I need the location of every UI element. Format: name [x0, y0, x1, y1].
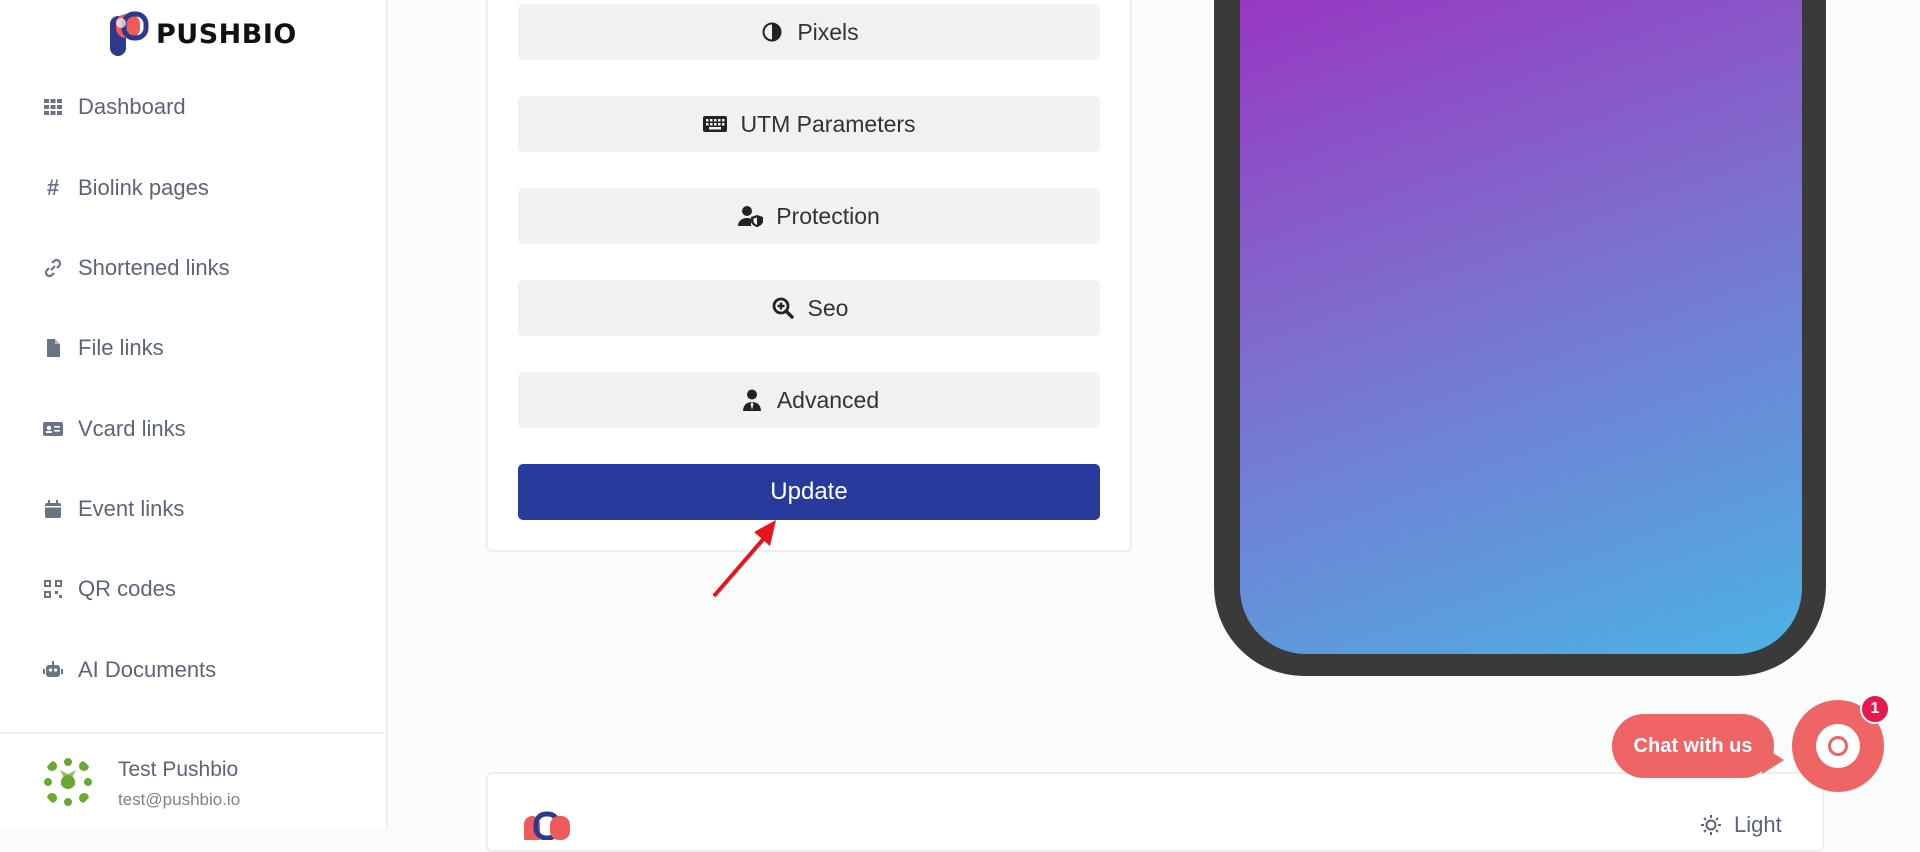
user-tie-icon — [739, 389, 765, 411]
footer-logo-icon — [524, 811, 570, 840]
chat-with-us-button[interactable]: Chat with us — [1612, 714, 1774, 778]
theme-toggle[interactable]: Light — [1700, 812, 1782, 838]
link-icon — [42, 257, 64, 279]
sidebar-item-shortened-links[interactable]: Shortened links — [42, 246, 230, 290]
sidebar-item-label: Dashboard — [78, 94, 186, 119]
sidebar-item-label: File links — [78, 335, 164, 360]
user-email: test@pushbio.io — [118, 790, 241, 809]
hashtag-icon: # — [46, 175, 60, 200]
sidebar-item-dashboard[interactable]: Dashboard — [42, 85, 186, 129]
advanced-button[interactable]: Advanced — [518, 372, 1100, 428]
sidebar: PUSHBIO Dashboard # Biolink pages Shorte… — [0, 0, 388, 828]
brand-logo[interactable]: PUSHBIO — [106, 8, 297, 60]
sidebar-item-biolink-pages[interactable]: # Biolink pages — [42, 166, 209, 210]
sidebar-item-label: Shortened links — [78, 255, 230, 280]
qrcode-icon — [42, 578, 64, 600]
sidebar-item-file-links[interactable]: File links — [42, 326, 164, 370]
user-shield-icon — [738, 205, 764, 227]
avatar — [42, 756, 94, 808]
brand-name: PUSHBIO — [156, 18, 297, 50]
grid-icon — [42, 96, 64, 118]
sidebar-item-vcard-links[interactable]: Vcard links — [42, 407, 186, 451]
phone-preview-screen — [1240, 0, 1802, 654]
sidebar-item-ai-documents[interactable]: AI Documents — [42, 648, 216, 692]
update-button[interactable]: Update — [518, 464, 1100, 520]
seo-button[interactable]: Seo — [518, 280, 1100, 336]
file-icon — [42, 337, 64, 359]
calendar-icon — [42, 498, 64, 520]
chat-icon — [1816, 724, 1860, 768]
sidebar-item-label: QR codes — [78, 576, 176, 601]
sidebar-item-qr-codes[interactable]: QR codes — [42, 567, 176, 611]
protection-label: Protection — [776, 202, 880, 229]
utm-parameters-button[interactable]: UTM Parameters — [518, 96, 1100, 152]
chat-notification-badge: 1 — [1860, 694, 1890, 724]
protection-button[interactable]: Protection — [518, 188, 1100, 244]
chat-pill-tail — [1762, 746, 1784, 774]
user-menu[interactable]: Test Pushbio test@pushbio.io — [0, 732, 386, 828]
adjust-icon — [759, 21, 785, 43]
keyboard-icon — [702, 113, 728, 135]
sidebar-item-event-links[interactable]: Event links — [42, 487, 184, 531]
pixels-button[interactable]: Pixels — [518, 4, 1100, 60]
user-name: Test Pushbio — [118, 758, 239, 781]
theme-label: Light — [1734, 812, 1782, 837]
sidebar-item-label: Biolink pages — [78, 175, 209, 200]
id-card-icon — [42, 418, 64, 440]
sidebar-item-label: Event links — [78, 496, 185, 521]
search-plus-icon — [770, 297, 796, 319]
robot-icon — [42, 659, 64, 681]
pushbio-logo-icon — [110, 11, 149, 56]
seo-label: Seo — [807, 294, 849, 321]
sun-icon — [1701, 815, 1721, 835]
sidebar-item-label: AI Documents — [78, 657, 217, 682]
pixels-label: Pixels — [797, 18, 859, 45]
advanced-label: Advanced — [776, 386, 880, 413]
footer — [486, 772, 1824, 852]
annotation-arrow-icon — [712, 520, 776, 598]
sidebar-item-label: Vcard links — [78, 416, 186, 441]
utm-parameters-label: UTM Parameters — [740, 110, 916, 137]
